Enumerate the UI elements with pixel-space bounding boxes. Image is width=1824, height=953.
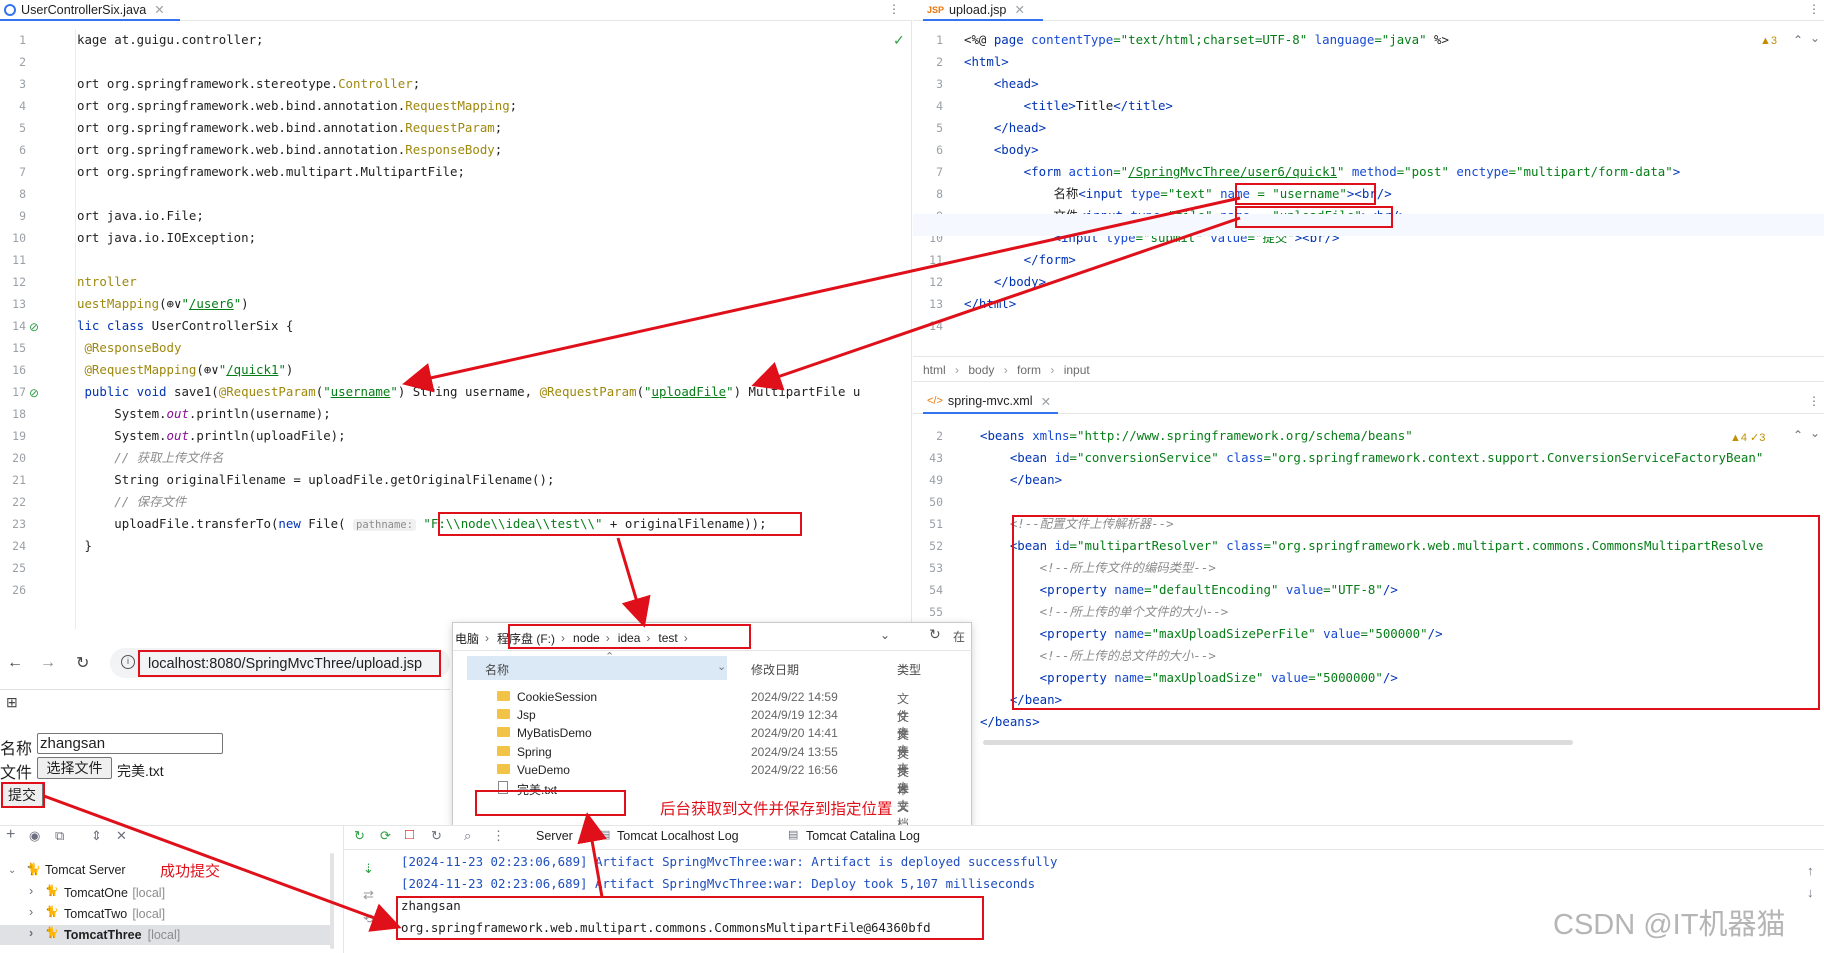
arrow-username <box>402 196 1241 393</box>
saved-note: 后台获取到文件并保存到指定位置 <box>660 801 893 818</box>
submit-note: 成功提交 <box>160 863 221 880</box>
arrow-saved-file <box>577 812 607 898</box>
annotation-arrows <box>43 196 1241 932</box>
arrow-save-path <box>616 537 651 628</box>
watermark: CSDN @IT机器猫 <box>1553 909 1786 941</box>
arrow-uploadfile <box>751 216 1241 391</box>
